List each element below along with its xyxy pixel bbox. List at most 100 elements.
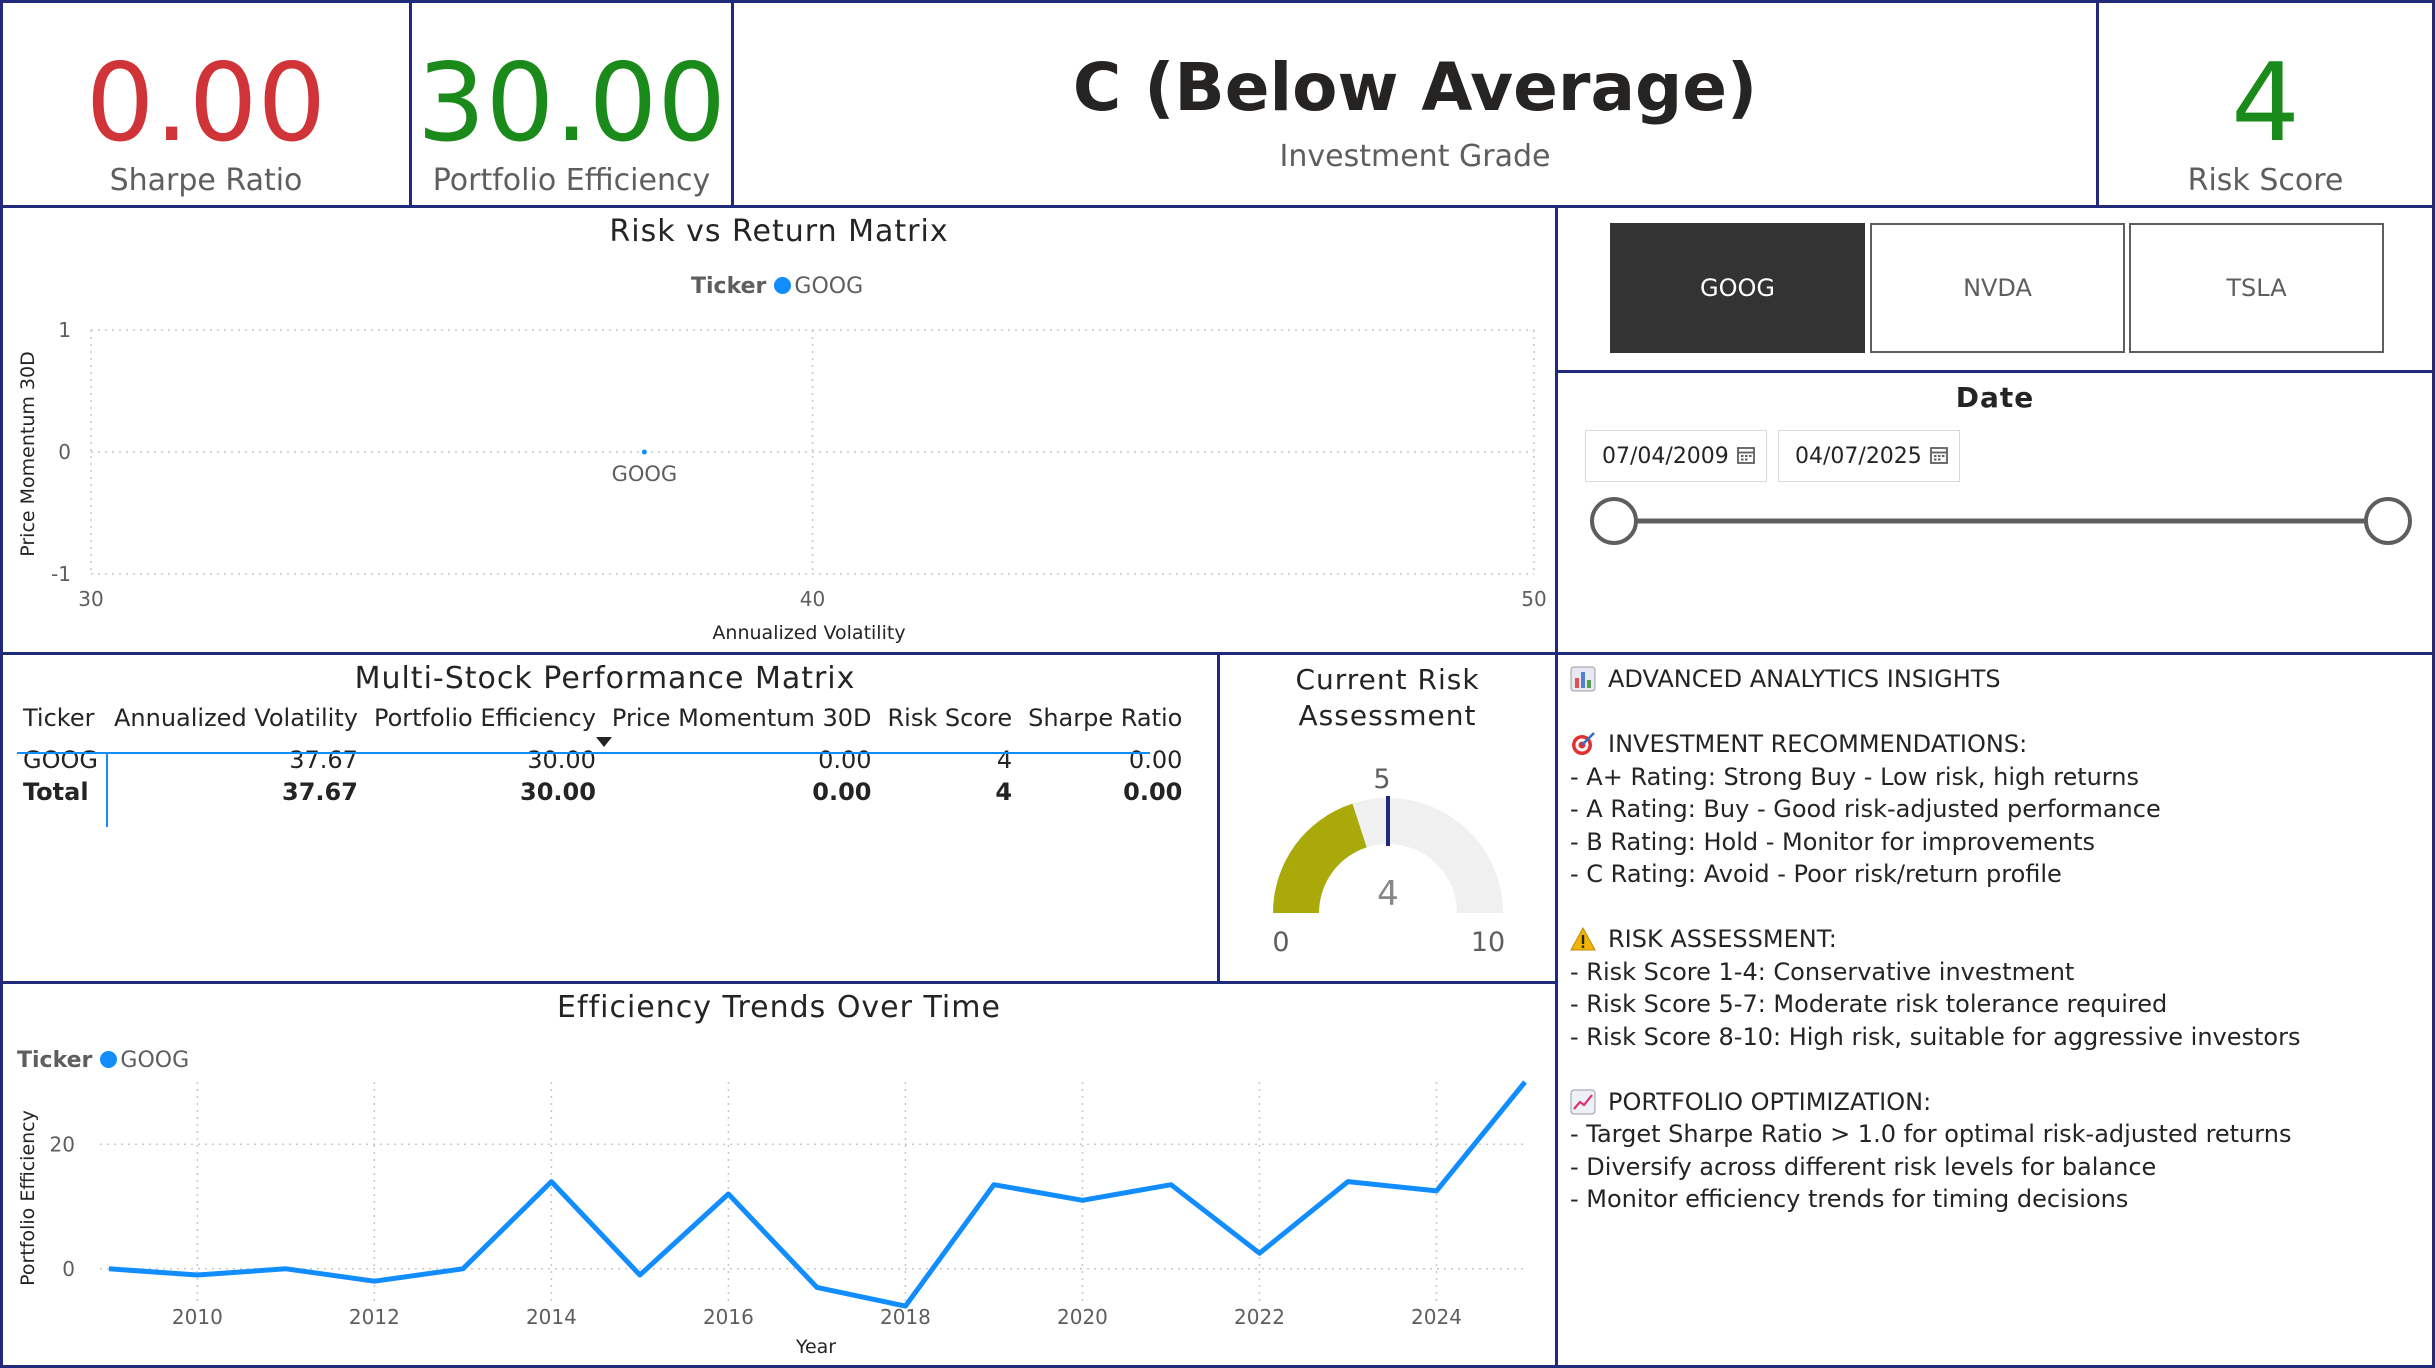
insight-line bbox=[1570, 1053, 2420, 1086]
column-header[interactable]: Sharpe Ratio bbox=[1020, 704, 1190, 744]
total-cell: Total bbox=[23, 778, 89, 806]
gauge-fill bbox=[1273, 803, 1367, 913]
x-tick-label: 2022 bbox=[1234, 1305, 1285, 1329]
investment-grade-card: C (Below Average) Investment Grade bbox=[731, 0, 2099, 208]
sharpe-ratio-card: 0.00 Sharpe Ratio bbox=[0, 0, 412, 208]
sharpe-ratio-label: Sharpe Ratio bbox=[109, 163, 303, 198]
table-cell: 0.00 bbox=[818, 746, 872, 774]
gauge-min-label: 0 bbox=[1272, 927, 1289, 958]
column-header[interactable]: Risk Score bbox=[880, 704, 1021, 744]
start-date-value: 07/04/2009 bbox=[1602, 443, 1729, 469]
y-axis-label: Price Momentum 30D bbox=[17, 351, 39, 557]
gauge-target-label: 5 bbox=[1373, 764, 1390, 795]
insight-text: - A Rating: Buy - Good risk-adjusted per… bbox=[1570, 795, 2161, 823]
x-tick-label: 50 bbox=[1521, 587, 1546, 611]
insight-text: - Risk Score 5-7: Moderate risk toleranc… bbox=[1570, 990, 2168, 1018]
slider-start-handle[interactable] bbox=[1590, 497, 1638, 545]
insight-text: - Monitor efficiency trends for timing d… bbox=[1570, 1185, 2129, 1213]
chart-increasing-icon bbox=[1570, 1089, 1596, 1115]
ticker-button-tsla[interactable]: TSLA bbox=[2129, 223, 2384, 353]
insight-line: - A+ Rating: Strong Buy - Low risk, high… bbox=[1570, 761, 2420, 794]
total-cell: 30.00 bbox=[520, 778, 596, 806]
insight-line: - Monitor efficiency trends for timing d… bbox=[1570, 1183, 2420, 1216]
x-axis-label: Annualized Volatility bbox=[712, 622, 905, 644]
insight-line: - Risk Score 5-7: Moderate risk toleranc… bbox=[1570, 988, 2420, 1021]
insight-text: - Target Sharpe Ratio > 1.0 for optimal … bbox=[1570, 1120, 2292, 1148]
total-row[interactable]: Total 37.67 30.00 0.00 4 0.00 bbox=[15, 776, 1190, 808]
insight-line: - Risk Score 1-4: Conservative investmen… bbox=[1570, 956, 2420, 989]
efficiency-trends-chart[interactable]: Efficiency Trends Over Time Ticker GOOG P… bbox=[0, 981, 1558, 1368]
bar-chart-icon bbox=[1570, 666, 1596, 692]
insight-line bbox=[1570, 891, 2420, 924]
insight-text: ADVANCED ANALYTICS INSIGHTS bbox=[1608, 665, 2001, 693]
risk-vs-return-chart[interactable]: Risk vs Return Matrix Ticker GOOG Price M… bbox=[0, 205, 1558, 655]
x-tick-label: 2012 bbox=[349, 1305, 400, 1329]
risk-score-label: Risk Score bbox=[2187, 163, 2344, 198]
insight-line: - A Rating: Buy - Good risk-adjusted per… bbox=[1570, 793, 2420, 826]
table-cell: GOOG bbox=[23, 746, 98, 774]
end-date-value: 04/07/2025 bbox=[1795, 443, 1922, 469]
insight-text: PORTFOLIO OPTIMIZATION: bbox=[1608, 1087, 1932, 1116]
matrix-column-divider bbox=[106, 754, 108, 827]
column-header[interactable]: Ticker bbox=[15, 704, 106, 744]
insight-text: - Diversify across different risk levels… bbox=[1570, 1152, 2157, 1181]
risk-score-value: 4 bbox=[2231, 41, 2300, 166]
slider-end-handle[interactable] bbox=[2364, 497, 2412, 545]
x-tick-label: 2010 bbox=[172, 1305, 223, 1329]
column-header[interactable]: Portfolio Efficiency bbox=[366, 704, 604, 744]
investment-grade-value: C (Below Average) bbox=[1072, 49, 1758, 126]
total-cell: 37.67 bbox=[282, 778, 358, 806]
x-tick-label: 2016 bbox=[703, 1305, 754, 1329]
calendar-icon[interactable] bbox=[1736, 445, 1756, 465]
insight-text: - Risk Score 1-4: Conservative investmen… bbox=[1570, 957, 2075, 986]
table-cell: 0.00 bbox=[1128, 746, 1183, 774]
y-tick-label: -1 bbox=[51, 562, 71, 586]
calendar-icon[interactable] bbox=[1929, 445, 1949, 465]
insight-text: - C Rating: Avoid - Poor risk/return pro… bbox=[1570, 860, 2062, 888]
x-tick-label: 30 bbox=[78, 587, 103, 611]
y-tick-label: 0 bbox=[58, 440, 71, 464]
insight-line: - Risk Score 8-10: High risk, suitable f… bbox=[1570, 1021, 2420, 1054]
x-axis-label: Year bbox=[795, 1336, 836, 1358]
y-axis-label: Portfolio Efficiency bbox=[17, 1110, 39, 1286]
performance-matrix-table[interactable]: Ticker Annualized Volatility Portfolio Eff… bbox=[15, 704, 1190, 808]
insight-line: ADVANCED ANALYTICS INSIGHTS bbox=[1570, 663, 2420, 696]
insight-line: - B Rating: Hold - Monitor for improveme… bbox=[1570, 826, 2420, 859]
insight-line bbox=[1570, 696, 2420, 729]
sort-descending-icon[interactable] bbox=[596, 737, 612, 747]
insight-text: INVESTMENT RECOMMENDATIONS: bbox=[1608, 730, 2028, 758]
y-tick-label: 0 bbox=[62, 1257, 75, 1281]
x-tick-label: 2024 bbox=[1411, 1305, 1462, 1329]
date-range-slider[interactable] bbox=[1555, 480, 2435, 560]
line-plot: Portfolio Efficiency Year 20 0 2010 2012 201… bbox=[17, 1080, 1527, 1358]
table-row[interactable]: GOOG 37.67 30.00 0.00 4 0.00 bbox=[15, 744, 1190, 776]
performance-matrix-panel: Multi-Stock Performance Matrix bbox=[0, 652, 1220, 984]
column-header[interactable]: Annualized Volatility bbox=[106, 704, 366, 744]
date-slicer-title: Date bbox=[1955, 381, 2035, 414]
risk-gauge-panel: Current Risk Assessment 5 4 0 10 bbox=[1217, 652, 1558, 984]
x-tick-label: 2020 bbox=[1057, 1305, 1108, 1329]
x-tick-label: 2018 bbox=[880, 1305, 931, 1329]
start-date-input[interactable]: 07/04/2009 bbox=[1585, 430, 1767, 482]
insight-line: - C Rating: Avoid - Poor risk/return pro… bbox=[1570, 858, 2420, 891]
series-line-goog[interactable] bbox=[108, 1080, 1527, 1309]
gauge-value-label: 4 bbox=[1377, 874, 1399, 914]
insight-text: - A+ Rating: Strong Buy - Low risk, high… bbox=[1570, 762, 2140, 791]
portfolio-efficiency-card: 30.00 Portfolio Efficiency bbox=[409, 0, 734, 208]
end-date-input[interactable]: 04/07/2025 bbox=[1778, 430, 1960, 482]
gauge-max-label: 10 bbox=[1471, 927, 1505, 958]
total-cell: 4 bbox=[995, 778, 1013, 806]
insight-text: - Risk Score 8-10: High risk, suitable f… bbox=[1570, 1022, 2301, 1051]
ticker-button-goog[interactable]: GOOG bbox=[1610, 223, 1865, 353]
investment-grade-label: Investment Grade bbox=[1279, 139, 1551, 174]
table-cell: 30.00 bbox=[527, 746, 596, 774]
scatter-point[interactable] bbox=[641, 449, 647, 455]
column-header[interactable]: Price Momentum 30D bbox=[604, 704, 880, 744]
portfolio-efficiency-value: 30.00 bbox=[416, 41, 727, 166]
x-tick-label: 2014 bbox=[526, 1305, 577, 1329]
total-cell: 0.00 bbox=[1123, 778, 1183, 806]
risk-score-card: 4 Risk Score bbox=[2096, 0, 2435, 208]
x-tick-label: 40 bbox=[800, 587, 825, 611]
insight-line: - Diversify across different risk levels… bbox=[1570, 1151, 2420, 1184]
ticker-button-nvda[interactable]: NVDA bbox=[1870, 223, 2125, 353]
